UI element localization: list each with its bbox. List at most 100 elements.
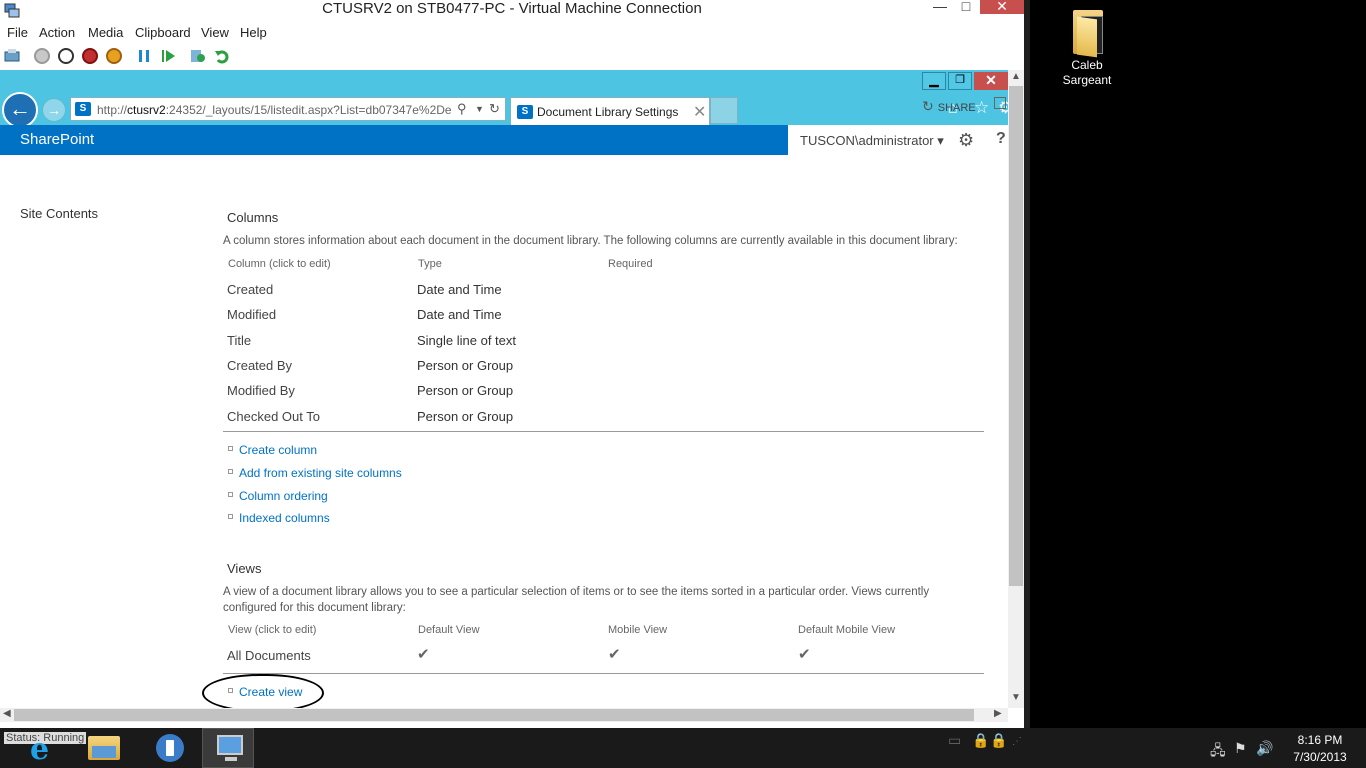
save-icon[interactable] <box>106 48 122 64</box>
user-menu[interactable]: TUSCON\administrator ▾ <box>800 133 944 149</box>
revert-icon[interactable] <box>214 48 230 64</box>
column-name-link[interactable]: Title <box>227 333 251 348</box>
action-center-flag-icon[interactable]: ⚑ <box>1234 740 1247 757</box>
back-button[interactable]: ← <box>2 92 38 128</box>
sharepoint-brand[interactable]: SharePoint <box>20 131 94 148</box>
maximize-button[interactable]: □ <box>954 0 978 14</box>
new-tab-button[interactable] <box>710 97 738 124</box>
view-name-link[interactable]: All Documents <box>227 648 311 663</box>
ie-restore-button[interactable]: ❐ <box>948 72 972 90</box>
bullet-icon <box>228 492 233 498</box>
menu-action[interactable]: Action <box>39 25 75 40</box>
bullet-icon <box>228 514 233 520</box>
column-type: Person or Group <box>417 383 514 398</box>
divider <box>223 673 984 674</box>
pause-icon[interactable] <box>136 48 152 64</box>
tab-title: Document Library Settings <box>537 105 679 119</box>
desktop-folder[interactable]: Caleb Sargeant <box>1060 6 1114 88</box>
column-name-link[interactable]: Created <box>227 282 273 297</box>
nav-site-contents[interactable]: Site Contents <box>20 206 98 221</box>
tab-close-icon[interactable]: ✕ <box>693 102 706 122</box>
column-ordering-link[interactable]: Column ordering <box>228 489 328 503</box>
address-bar[interactable]: S http://ctusrv2:24352/_layouts/15/liste… <box>70 97 506 121</box>
volume-icon[interactable]: 🔊 <box>1256 740 1273 757</box>
indexed-columns-link[interactable]: Indexed columns <box>228 511 330 525</box>
taskbar-internet-explorer[interactable]: e <box>0 728 52 768</box>
search-icon[interactable]: ⚲ <box>457 101 467 117</box>
lock-icon: 🔒 <box>990 732 1008 748</box>
file-explorer-icon <box>88 736 120 760</box>
clock-time[interactable]: 8:16 PM <box>1290 733 1350 747</box>
view-header-name: View (click to edit) <box>228 624 317 636</box>
shutdown-icon[interactable] <box>82 48 98 64</box>
settings-gear-icon[interactable]: ⚙ <box>958 130 974 151</box>
taskbar-server-manager[interactable] <box>142 728 194 768</box>
menu-media[interactable]: Media <box>88 25 123 40</box>
start-icon[interactable] <box>34 48 50 64</box>
forward-button[interactable]: → <box>42 98 66 122</box>
menu-file[interactable]: File <box>7 25 28 40</box>
scroll-thumb[interactable] <box>1009 86 1023 586</box>
scroll-thumb[interactable] <box>14 709 974 721</box>
ie-close-button[interactable]: ✕ <box>974 72 1008 90</box>
ie-minimize-button[interactable]: ▁ <box>922 72 946 90</box>
views-description: A view of a document library allows you … <box>223 586 930 614</box>
back-arrow-icon: ← <box>9 96 31 121</box>
focus-content-icon[interactable] <box>994 97 1006 109</box>
create-column-link[interactable]: Create column <box>228 443 317 457</box>
column-type: Single line of text <box>417 333 517 348</box>
clock-date[interactable]: 7/30/2013 <box>1290 750 1350 764</box>
url-text[interactable]: http://ctusrv2:24352/_layouts/15/listedi… <box>97 103 451 117</box>
network-icon[interactable]: 🖧 <box>1210 740 1226 764</box>
turn-off-icon[interactable] <box>58 48 74 64</box>
tab-document-library-settings[interactable]: S Document Library Settings ✕ <box>510 97 710 125</box>
vm-connection-icon <box>217 735 243 755</box>
refresh-icon[interactable]: ↻ <box>489 101 500 117</box>
columns-description: A column stores information about each d… <box>223 235 958 247</box>
taskbar-file-explorer[interactable] <box>78 728 130 768</box>
close-button[interactable]: ✕ <box>980 0 1024 14</box>
add-existing-columns-link[interactable]: Add from existing site columns <box>228 466 402 480</box>
ie-chrome: ▁ ❐ ✕ ← → S http://ctusrv2:24352/_layout… <box>0 70 1013 128</box>
taskbar-vm-connection[interactable] <box>202 728 254 768</box>
column-name-link[interactable]: Checked Out To <box>227 409 320 424</box>
scroll-right-icon[interactable]: ▶ <box>994 708 1002 719</box>
menu-clipboard[interactable]: Clipboard <box>135 25 191 40</box>
ctrl-alt-del-icon[interactable] <box>4 48 20 64</box>
divider <box>223 431 984 432</box>
columns-section-title: Columns <box>227 210 279 225</box>
scroll-up-icon[interactable]: ▲ <box>1011 71 1021 82</box>
column-name-link[interactable]: Created By <box>227 358 292 373</box>
column-header-name: Column (click to edit) <box>228 258 331 270</box>
internet-explorer-icon: e <box>30 732 50 767</box>
dropdown-icon[interactable]: ▼ <box>475 104 484 114</box>
view-header-default: Default View <box>418 624 480 636</box>
folder-icon <box>1067 6 1107 58</box>
horizontal-scrollbar[interactable]: ◀ ▶ <box>0 708 1008 722</box>
resize-grip-icon: ⋰ <box>1012 736 1022 747</box>
vm-connection-window: CTUSRV2 on STB0477-PC - Virtual Machine … <box>0 0 1030 728</box>
sharepoint-site-icon: S <box>75 102 91 116</box>
menu-view[interactable]: View <box>201 25 229 40</box>
user-area: TUSCON\administrator ▾ ⚙ ? <box>788 125 1008 155</box>
column-header-required: Required <box>608 258 653 270</box>
column-type: Person or Group <box>417 409 514 424</box>
scroll-down-icon[interactable]: ▼ <box>1011 692 1021 703</box>
vertical-scrollbar[interactable]: ▲ ▼ <box>1008 70 1024 708</box>
bullet-icon <box>228 446 233 452</box>
column-name-link[interactable]: Modified <box>227 307 276 322</box>
column-name-link[interactable]: Modified By <box>227 383 295 398</box>
annotation-circle <box>202 674 324 712</box>
share-button[interactable]: ↻ SHARE <box>922 98 976 115</box>
scroll-left-icon[interactable]: ◀ <box>3 708 11 719</box>
snapshot-icon[interactable] <box>190 48 206 64</box>
help-icon[interactable]: ? <box>996 130 1006 148</box>
menu-help[interactable]: Help <box>240 25 267 40</box>
taskbar: Status: Running e ▭ 🔒 🔒 ⋰ 🖧 ⚑ 🔊 8:16 PM … <box>0 728 1366 768</box>
column-type: Date and Time <box>417 307 502 322</box>
minimize-button[interactable]: — <box>928 0 952 14</box>
favorites-star-icon[interactable]: ☆ <box>974 98 989 118</box>
checkmark-icon: ✔ <box>417 646 430 663</box>
reset-icon[interactable] <box>160 48 176 64</box>
sharepoint-content: Site Contents Columns A column stores in… <box>0 190 1008 710</box>
